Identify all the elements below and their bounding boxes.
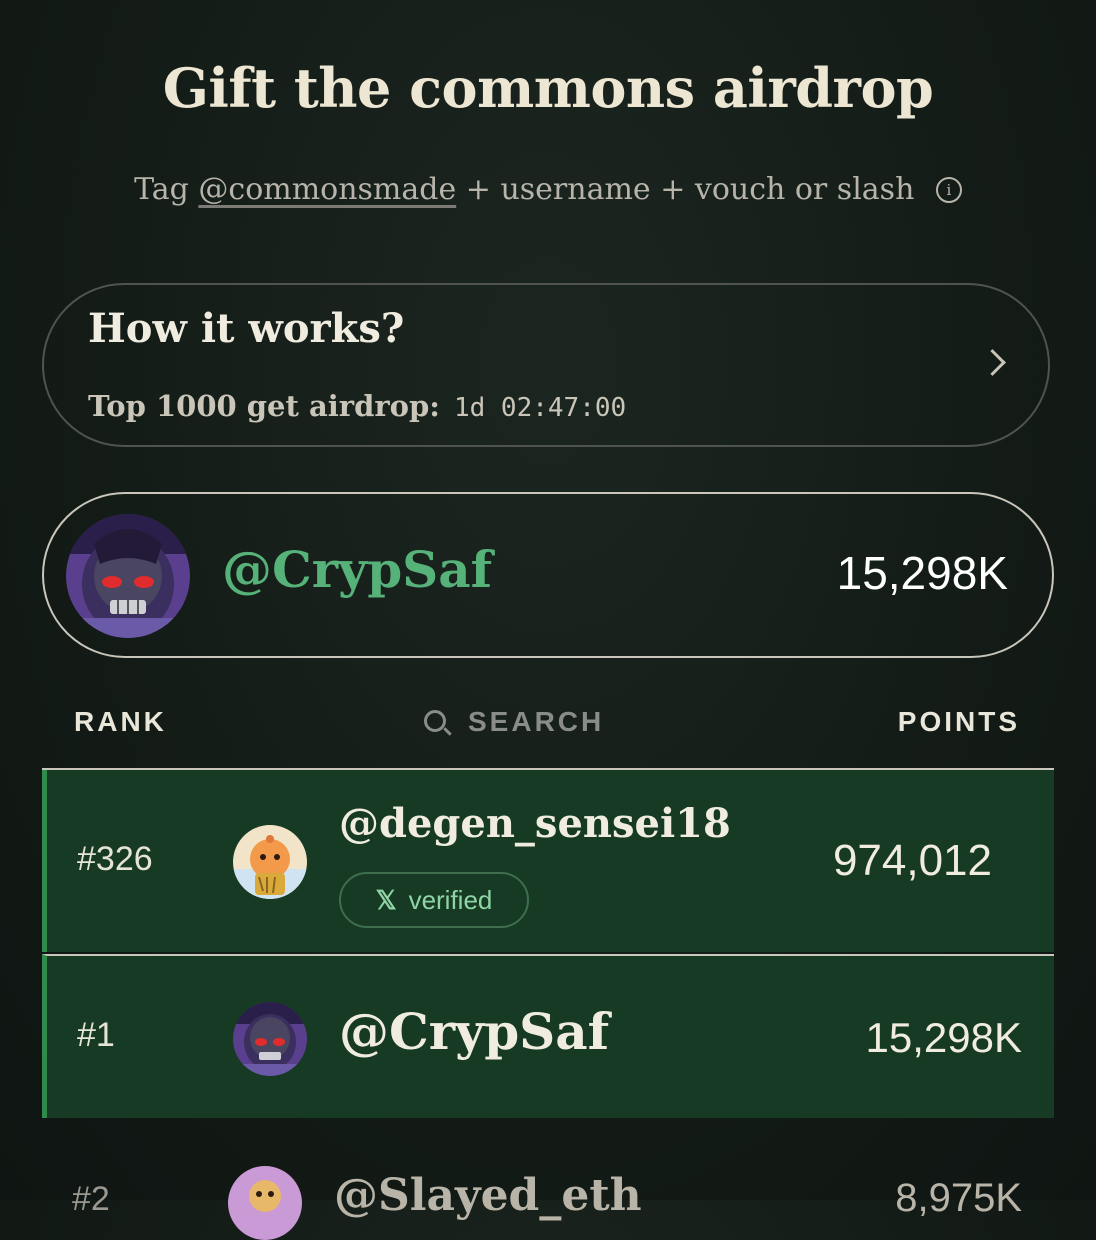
countdown-timer: 1d 02:47:00 — [453, 393, 627, 423]
avatar — [228, 1166, 302, 1240]
how-it-works-title: How it works? — [88, 305, 405, 352]
chevron-right-icon[interactable] — [979, 349, 1006, 376]
page-title: Gift the commons airdrop — [162, 56, 934, 120]
search-button[interactable]: SEARCH — [424, 706, 604, 738]
verified-badge: 𝕏verified — [339, 872, 529, 928]
row-username: @CrypSaf — [339, 1002, 610, 1061]
how-it-works-subtitle: Top 1000 get airdrop: 1d 02:47:00 — [88, 389, 626, 423]
table-row[interactable]: #326 @degen_sensei18 𝕏verified 974,012 — [42, 770, 1054, 952]
info-icon[interactable]: i — [935, 177, 962, 203]
row-points: 974,012 — [832, 836, 992, 885]
row-username: @degen_sensei18 — [339, 800, 731, 847]
table-row[interactable]: #2 @Slayed_eth 8,975K — [42, 1120, 1054, 1240]
subtitle-prefix: Tag — [134, 172, 189, 207]
row-points: 8,975K — [895, 1176, 1022, 1220]
avatar — [233, 825, 307, 899]
how-it-works-card[interactable]: How it works? Top 1000 get airdrop: 1d 02… — [42, 283, 1050, 447]
points-column-header: POINTS — [897, 706, 1020, 737]
current-user-name: @CrypSaf — [222, 540, 493, 599]
row-username: @Slayed_eth — [334, 1170, 642, 1221]
row-rank: #1 — [77, 1016, 115, 1054]
row-points: 15,298K — [865, 1014, 1022, 1061]
x-logo-icon: 𝕏 — [375, 885, 397, 915]
airdrop-label: Top 1000 get airdrop: — [88, 389, 440, 423]
commonsmade-link[interactable]: @commonsmade — [198, 172, 456, 207]
table-row[interactable]: #1 @CrypSaf 15,298K — [42, 954, 1054, 1118]
subtitle-suffix: + username + vouch or slash — [465, 172, 915, 207]
page-subtitle: Tag @commonsmade + username + vouch or s… — [0, 172, 1096, 207]
current-user-points: 15,298K — [836, 547, 1008, 599]
verified-label: verified — [408, 885, 493, 915]
avatar — [66, 514, 190, 638]
row-rank: #326 — [77, 840, 153, 878]
search-icon — [424, 710, 446, 732]
avatar — [233, 1002, 307, 1076]
search-label: SEARCH — [468, 706, 605, 737]
current-user-card[interactable]: @CrypSaf 15,298K — [42, 492, 1054, 658]
rank-column-header: RANK — [74, 706, 167, 737]
